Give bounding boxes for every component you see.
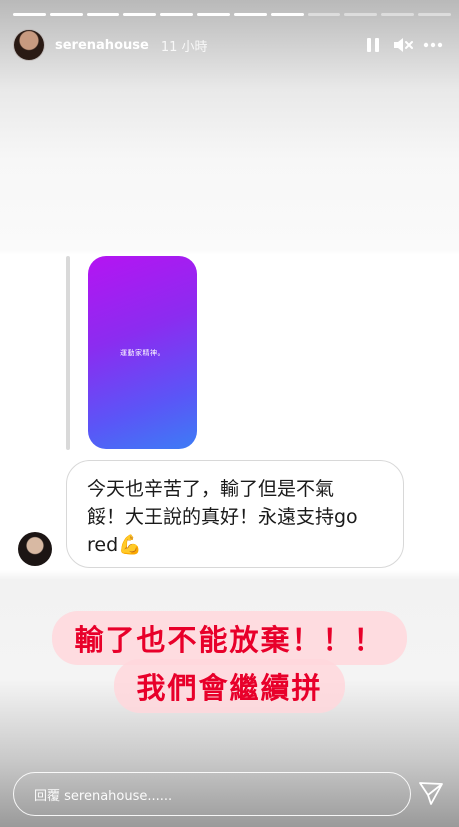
story-view[interactable]: serenahouse 11 小時 運動家精神。 今天也辛苦了，輸了但是不氣 餒…: [0, 0, 459, 827]
progress-segment: [160, 13, 194, 16]
send-icon[interactable]: [418, 780, 444, 806]
progress-segment: [49, 13, 83, 16]
progress-segment: [381, 13, 415, 16]
username[interactable]: serenahouse: [55, 38, 149, 53]
progress-segment: [123, 13, 157, 16]
sticker-text: 我們會繼續拼: [114, 659, 345, 713]
timestamp: 11 小時: [160, 39, 208, 55]
progress-segment: [344, 13, 378, 16]
story-progress-bar: [13, 13, 451, 16]
progress-segment: [270, 13, 304, 16]
pause-icon[interactable]: [363, 35, 383, 55]
thumbnail-text: 運動家精神。: [120, 348, 165, 357]
progress-segment: [418, 13, 451, 16]
reply-text-line: 今天也辛苦了，輸了但是不氣: [87, 478, 335, 500]
avatar[interactable]: [13, 29, 45, 61]
progress-segment: [86, 13, 120, 16]
header-controls: [363, 35, 443, 55]
progress-segment: [13, 13, 46, 16]
mute-icon[interactable]: [393, 35, 413, 55]
text-sticker-line-1: 輸了也不能放棄！！！: [0, 611, 459, 665]
progress-segment: [233, 13, 267, 16]
reply-text-line: red💪: [87, 534, 142, 556]
story-header: serenahouse 11 小時: [13, 28, 443, 62]
reply-input[interactable]: 回覆 serenahouse......: [13, 772, 411, 816]
sticker-text: 輸了也不能放棄！！！: [52, 611, 407, 665]
quoted-story-line: [66, 256, 70, 450]
reply-avatar: [18, 532, 52, 566]
progress-segment: [197, 13, 230, 16]
reply-placeholder: 回覆 serenahouse......: [34, 788, 173, 804]
reply-text-line: 餒！大王說的真好！永遠支持go: [87, 506, 358, 528]
more-icon[interactable]: [423, 35, 443, 55]
reply-message-bubble: 今天也辛苦了，輸了但是不氣 餒！大王說的真好！永遠支持go red💪: [66, 460, 404, 568]
quoted-story-thumbnail: 運動家精神。: [88, 256, 197, 449]
progress-segment: [307, 13, 341, 16]
text-sticker-line-2: 我們會繼續拼: [0, 659, 459, 713]
